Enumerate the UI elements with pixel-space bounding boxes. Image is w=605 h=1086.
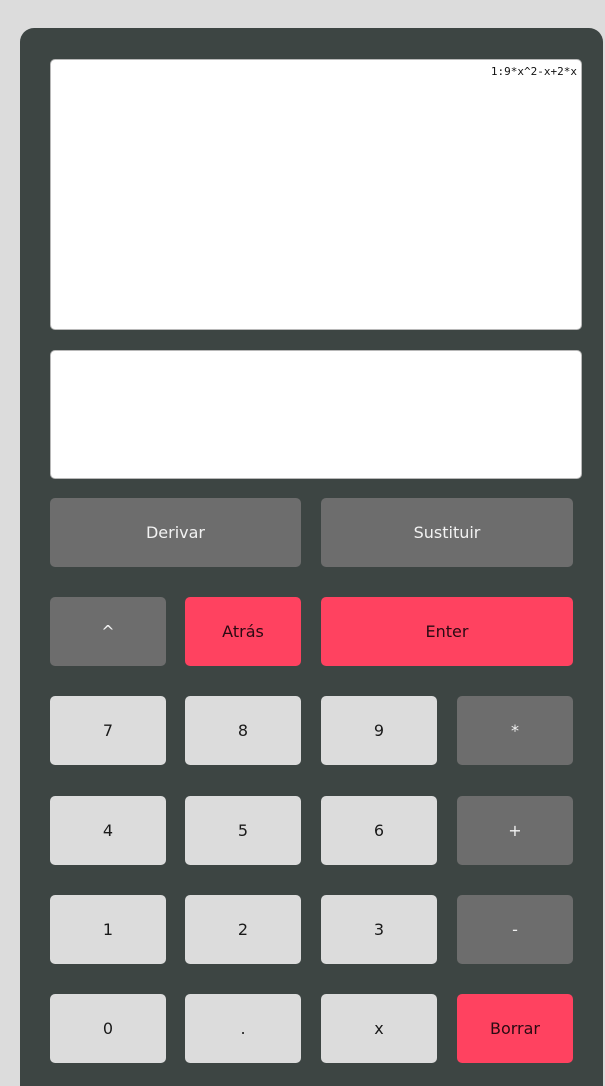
enter-button[interactable]: Enter <box>321 597 573 666</box>
sustituir-button[interactable]: Sustituir <box>321 498 573 567</box>
digit-8-button[interactable]: 8 <box>185 696 301 765</box>
digit-9-button[interactable]: 9 <box>321 696 437 765</box>
digit-4-button[interactable]: 4 <box>50 796 166 865</box>
power-button[interactable]: ^ <box>50 597 166 666</box>
history-line: 1:9*x^2-x+2*x <box>490 65 577 78</box>
clear-button[interactable]: Borrar <box>457 994 573 1063</box>
derivar-button[interactable]: Derivar <box>50 498 301 567</box>
digit-5-button[interactable]: 5 <box>185 796 301 865</box>
digit-0-button[interactable]: 0 <box>50 994 166 1063</box>
digit-1-button[interactable]: 1 <box>50 895 166 964</box>
calculator-body: 1:9*x^2-x+2*x Derivar Sustituir ^ Atrás … <box>20 28 603 1086</box>
expression-input[interactable] <box>50 350 582 479</box>
minus-button[interactable]: - <box>457 895 573 964</box>
plus-button[interactable]: + <box>457 796 573 865</box>
variable-x-button[interactable]: x <box>321 994 437 1063</box>
digit-7-button[interactable]: 7 <box>50 696 166 765</box>
multiply-button[interactable]: * <box>457 696 573 765</box>
digit-3-button[interactable]: 3 <box>321 895 437 964</box>
history-display: 1:9*x^2-x+2*x <box>50 59 582 330</box>
back-button[interactable]: Atrás <box>185 597 301 666</box>
digit-6-button[interactable]: 6 <box>321 796 437 865</box>
decimal-point-button[interactable]: . <box>185 994 301 1063</box>
digit-2-button[interactable]: 2 <box>185 895 301 964</box>
